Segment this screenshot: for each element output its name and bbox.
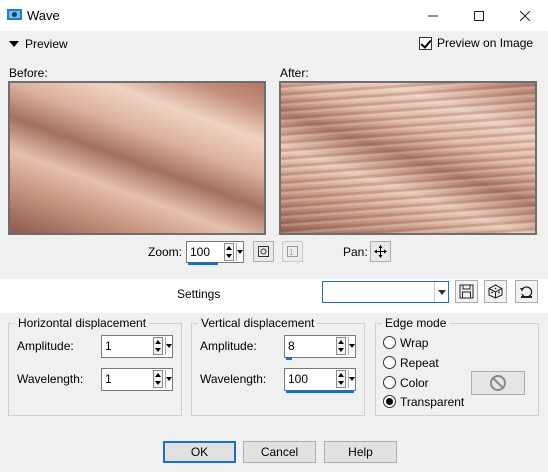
horizontal-wavelength-label: Wavelength: [17, 372, 84, 386]
zoom-slider-bar[interactable] [188, 262, 218, 265]
randomize-icon [488, 284, 503, 299]
vertical-displacement-group: Vertical displacement Amplitude: 8 Wavel… [191, 316, 365, 416]
edge-mode-group: Edge mode Wrap Repeat Color Transparent [375, 316, 539, 416]
vertical-amplitude-value: 8 [288, 339, 295, 353]
zoom-actual-size-button[interactable]: 1 [282, 241, 303, 262]
window-title: Wave [27, 8, 60, 23]
randomize-button[interactable] [484, 280, 507, 303]
edge-mode-color-label[interactable]: Color [400, 376, 429, 390]
horizontal-wavelength-arrows[interactable] [153, 370, 163, 388]
edge-mode-wrap-radio[interactable] [383, 336, 396, 349]
minimize-icon [428, 15, 438, 16]
ok-button[interactable]: OK [163, 441, 236, 463]
zoom-fit-icon [258, 246, 269, 257]
edge-mode-repeat-radio[interactable] [383, 356, 396, 369]
edge-mode-wrap-label[interactable]: Wrap [400, 336, 428, 350]
reset-button[interactable] [515, 280, 538, 303]
vertical-amplitude-arrows[interactable] [336, 337, 346, 355]
horizontal-amplitude-spinbox[interactable]: 1 [101, 335, 173, 358]
app-icon [7, 9, 22, 20]
vertical-wavelength-arrows[interactable] [336, 370, 346, 388]
no-color-icon [490, 375, 506, 391]
maximize-icon [474, 10, 484, 21]
vertical-wavelength-value: 100 [288, 372, 309, 386]
before-preview-image[interactable] [8, 81, 266, 235]
preview-toolbar: Preview Preview on Image [0, 31, 548, 59]
edge-mode-transparent-radio[interactable] [383, 395, 396, 408]
before-label: Before: [9, 66, 48, 80]
horizontal-amplitude-value: 1 [105, 339, 112, 353]
preview-on-image-checkbox[interactable] [419, 36, 432, 50]
zoom-dropdown-arrow[interactable] [236, 243, 243, 261]
cancel-button[interactable]: Cancel [243, 441, 316, 463]
preset-dropdown[interactable] [322, 281, 449, 303]
preview-panel: Before: After: Zoom: 100 1 Pan: [0, 59, 548, 279]
zoom-spinbox[interactable]: 100 [186, 241, 244, 265]
preview-on-image-option[interactable]: Preview on Image [419, 36, 533, 50]
after-label: After: [280, 66, 309, 80]
pan-move-icon [374, 245, 387, 258]
zoom-fit-button[interactable] [253, 241, 274, 262]
preview-toggle-label: Preview [25, 37, 68, 51]
maximize-button[interactable] [456, 0, 502, 31]
title-bar: Wave [0, 0, 548, 31]
pan-label: Pan: [343, 245, 368, 259]
settings-label: Settings [177, 287, 221, 301]
after-preview-image[interactable] [279, 81, 537, 235]
vertical-wavelength-slider[interactable] [286, 390, 354, 393]
horizontal-displacement-title: Horizontal displacement [15, 316, 150, 330]
vertical-amplitude-spinbox[interactable]: 8 [284, 335, 356, 360]
reset-icon [520, 286, 533, 298]
horizontal-wavelength-value: 1 [105, 372, 112, 386]
edge-mode-color-radio[interactable] [383, 376, 396, 389]
edge-color-swatch[interactable] [471, 371, 525, 395]
horizontal-amplitude-label: Amplitude: [17, 339, 74, 353]
preview-collapse-toggle[interactable]: Preview [9, 37, 68, 51]
close-icon [520, 10, 530, 21]
edge-mode-title: Edge mode [382, 316, 450, 330]
zoom-label: Zoom: [148, 245, 183, 259]
zoom-actual-icon: 1 [287, 246, 298, 257]
vertical-amplitude-slider[interactable] [286, 357, 292, 360]
edge-mode-transparent-label[interactable]: Transparent [400, 395, 464, 409]
horizontal-wavelength-spinbox[interactable]: 1 [101, 368, 173, 391]
vertical-displacement-title: Vertical displacement [198, 316, 318, 330]
vertical-amplitude-label: Amplitude: [200, 339, 257, 353]
vertical-wavelength-spinbox[interactable]: 100 [284, 368, 356, 393]
vertical-wavelength-dropdown[interactable] [348, 370, 355, 388]
horizontal-amplitude-arrows[interactable] [153, 337, 163, 355]
minimize-button[interactable] [410, 0, 456, 31]
save-preset-button[interactable] [455, 280, 478, 303]
close-button[interactable] [502, 0, 548, 31]
zoom-value: 100 [190, 245, 211, 259]
horizontal-displacement-group: Horizontal displacement Amplitude: 1 Wav… [8, 316, 182, 416]
collapse-triangle-icon [9, 41, 19, 47]
help-button[interactable]: Help [324, 441, 397, 463]
parameters-panel: Horizontal displacement Amplitude: 1 Wav… [0, 313, 548, 472]
save-preset-icon [459, 284, 474, 299]
settings-bar: Settings [0, 279, 548, 313]
edge-mode-repeat-label[interactable]: Repeat [400, 356, 439, 370]
zoom-spin-arrows[interactable] [224, 243, 234, 261]
horizontal-amplitude-dropdown[interactable] [165, 337, 172, 355]
chevron-down-icon[interactable] [434, 282, 448, 302]
horizontal-wavelength-dropdown[interactable] [165, 370, 172, 388]
svg-text:1: 1 [289, 248, 294, 257]
vertical-amplitude-dropdown[interactable] [348, 337, 355, 355]
vertical-wavelength-label: Wavelength: [200, 372, 267, 386]
pan-button[interactable] [370, 241, 391, 262]
preview-on-image-label: Preview on Image [437, 36, 534, 50]
